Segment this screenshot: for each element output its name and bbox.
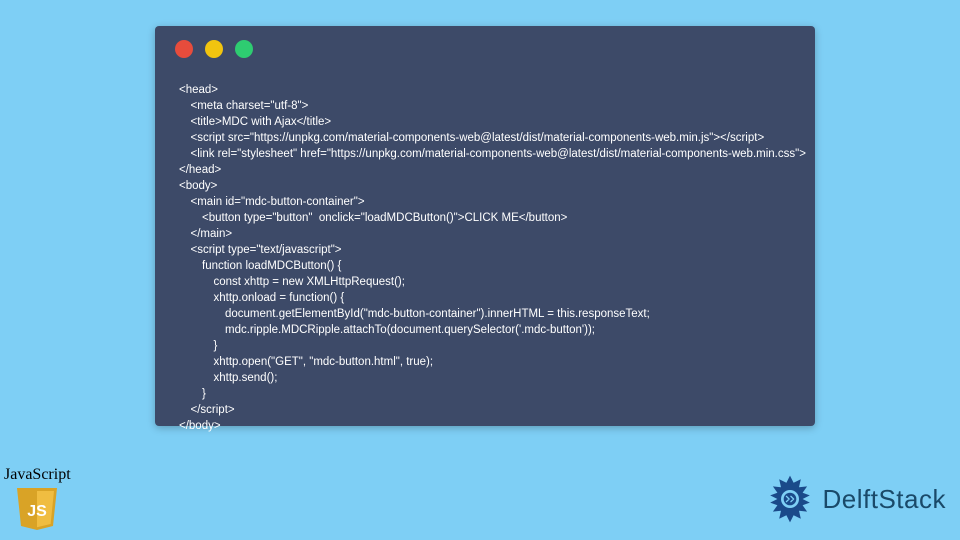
traffic-lights [175, 40, 253, 58]
window-maximize-icon [235, 40, 253, 58]
javascript-label: JavaScript [4, 466, 71, 484]
javascript-logo-icon: JS [15, 486, 59, 530]
brand: DelftStack [763, 472, 947, 526]
javascript-badge: JavaScript JS [4, 466, 71, 530]
window-close-icon [175, 40, 193, 58]
window-minimize-icon [205, 40, 223, 58]
js-logo-text: JS [28, 503, 48, 520]
brand-logo-icon [763, 472, 817, 526]
code-window: <head> <meta charset="utf-8"> <title>MDC… [155, 26, 815, 426]
brand-text: DelftStack [823, 484, 947, 515]
code-block: <head> <meta charset="utf-8"> <title>MDC… [179, 82, 795, 434]
